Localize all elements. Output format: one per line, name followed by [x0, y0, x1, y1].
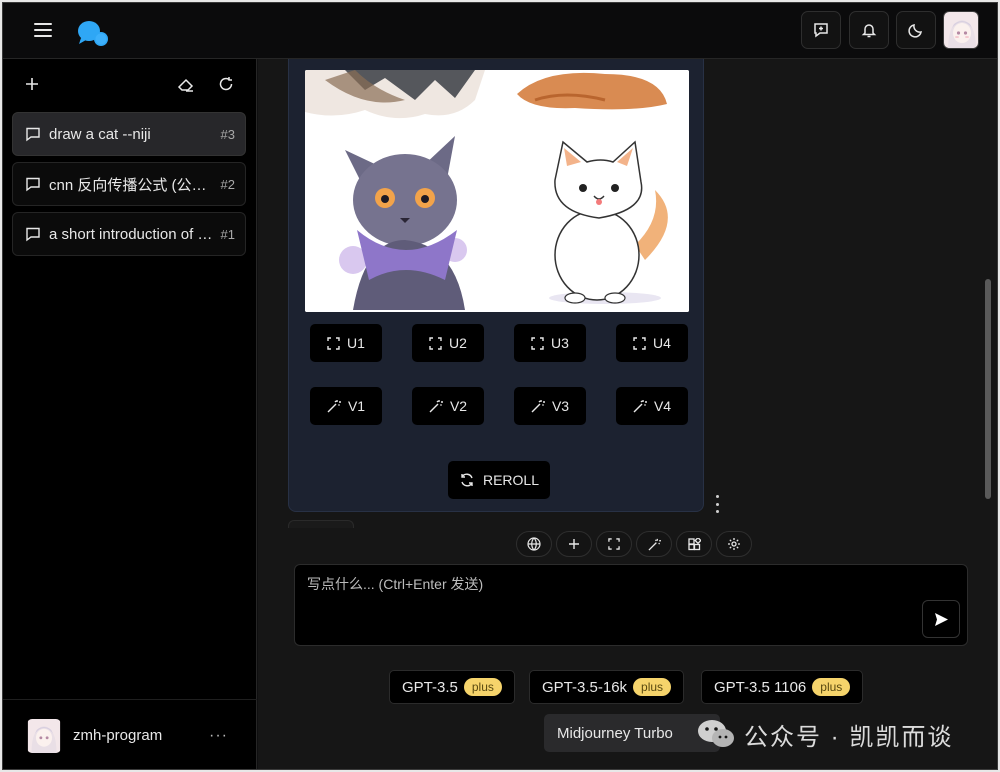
message-options-icon[interactable]: [712, 495, 722, 513]
conversation-item[interactable]: draw a cat --niji #3: [12, 112, 246, 156]
wechat-icon: [698, 720, 734, 747]
send-icon: [934, 612, 948, 626]
bell-icon[interactable]: [849, 11, 889, 49]
send-button[interactable]: [922, 600, 960, 638]
avatar[interactable]: [27, 718, 61, 753]
model-option[interactable]: GPT-3.5-16k plus: [529, 670, 685, 704]
message-composer: [294, 564, 968, 646]
plus-icon[interactable]: [19, 71, 45, 97]
new-chat-icon[interactable]: [801, 11, 841, 49]
conversation-title: a short introduction of cnn: [49, 225, 215, 243]
sidebar-toolbar: [3, 71, 257, 99]
message-input[interactable]: [295, 565, 915, 645]
variation-button[interactable]: V1: [310, 387, 382, 425]
plus-badge: plus: [463, 678, 502, 696]
scrollbar[interactable]: [985, 279, 991, 499]
model-label: GPT-3.5-16k: [542, 678, 628, 696]
variation-button[interactable]: V2: [412, 387, 484, 425]
chat-bubbles-logo[interactable]: [75, 17, 111, 47]
model-option[interactable]: GPT-3.5 1106 plus: [701, 670, 864, 704]
magic-wand-icon: [327, 400, 341, 413]
conversation-number: #2: [220, 176, 235, 192]
watermark: 公众号 · 凯凯而谈: [696, 714, 953, 754]
plus-badge: plus: [812, 678, 851, 696]
expand-icon: [327, 336, 340, 350]
magic-wand-icon: [633, 400, 647, 413]
user-profile: zmh-program ···: [3, 699, 257, 769]
model-label: GPT-3.5 1106: [714, 678, 807, 696]
plus-icon[interactable]: [556, 531, 592, 557]
magic-wand-icon[interactable]: [636, 531, 672, 557]
generated-image-grid[interactable]: [305, 70, 689, 312]
top-bar: [3, 3, 997, 59]
expand-icon: [633, 336, 646, 350]
variation-label: V4: [653, 398, 672, 414]
sidebar: draw a cat --niji #3 cnn 反向传播公式 (公式使用lat…: [3, 59, 257, 769]
expand-icon[interactable]: [596, 531, 632, 557]
hamburger-menu-icon[interactable]: [31, 19, 55, 43]
upscale-button[interactable]: U4: [616, 324, 688, 362]
conversation-number: #1: [220, 226, 235, 242]
model-label: Midjourney Turbo: [557, 724, 673, 742]
more-options-button[interactable]: ···: [209, 727, 239, 745]
expand-icon: [531, 336, 544, 350]
chat-area: U1 U2 U3 U4 V1 V2 V3 V4 REROLL 写点什么... (…: [258, 59, 997, 769]
conversation-item[interactable]: cnn 反向传播公式 (公式使用latex) #2: [12, 162, 246, 206]
reroll-label: REROLL: [482, 472, 540, 488]
reroll-button[interactable]: REROLL: [448, 461, 550, 499]
upscale-button[interactable]: U2: [412, 324, 484, 362]
upscale-label: U3: [551, 335, 569, 351]
username: zmh-program: [73, 727, 163, 744]
expand-icon: [429, 336, 442, 350]
upscale-button[interactable]: U1: [310, 324, 382, 362]
refresh-icon: [461, 473, 473, 487]
upscale-button[interactable]: U3: [514, 324, 586, 362]
upscale-label: U2: [449, 335, 467, 351]
conversation-number: #3: [220, 126, 235, 142]
apps-icon[interactable]: [676, 531, 712, 557]
watermark-text: 公众号 · 凯凯而谈: [744, 723, 954, 751]
conversation-title: draw a cat --niji: [49, 125, 151, 143]
midjourney-result-card: U1 U2 U3 U4 V1 V2 V3 V4: [288, 59, 704, 512]
settings-icon[interactable]: [716, 531, 752, 557]
variation-label: V2: [449, 398, 468, 414]
magic-wand-icon: [429, 400, 443, 413]
variation-label: V1: [347, 398, 366, 414]
refresh-icon[interactable]: [213, 71, 239, 97]
variation-button[interactable]: V3: [514, 387, 586, 425]
magic-wand-icon: [531, 400, 545, 413]
message-square-icon: [26, 127, 40, 142]
message-square-icon: [26, 177, 40, 192]
plus-badge: plus: [633, 678, 672, 696]
upscale-label: U1: [347, 335, 365, 351]
message-square-icon: [26, 227, 40, 242]
upscale-label: U4: [653, 335, 671, 351]
conversation-item[interactable]: a short introduction of cnn #1: [12, 212, 246, 256]
input-toolbar: [516, 531, 752, 557]
app-window: draw a cat --niji #3 cnn 反向传播公式 (公式使用lat…: [2, 2, 998, 770]
variation-label: V3: [551, 398, 570, 414]
globe-icon[interactable]: [516, 531, 552, 557]
model-label: GPT-3.5: [402, 678, 458, 696]
eraser-icon[interactable]: [173, 71, 199, 97]
conversation-title: cnn 反向传播公式 (公式使用latex): [49, 176, 215, 194]
model-option[interactable]: GPT-3.5 plus: [389, 670, 515, 704]
moon-icon[interactable]: [896, 11, 936, 49]
next-message-edge: [288, 520, 354, 528]
user-avatar[interactable]: [943, 11, 979, 49]
variation-button[interactable]: V4: [616, 387, 688, 425]
model-option-midjourney[interactable]: Midjourney Turbo: [544, 714, 720, 752]
